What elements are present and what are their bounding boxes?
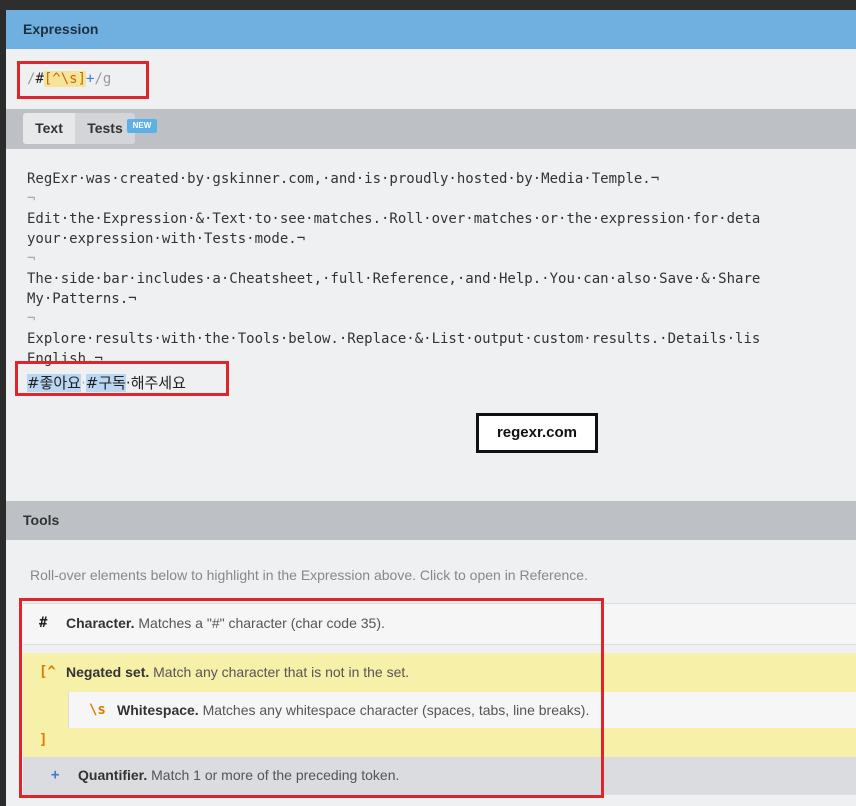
window-top-strip: [0, 0, 856, 10]
regexr-label-box: regexr.com: [476, 413, 598, 453]
editor-line: The·side·bar·includes·a·Cheatsheet,·full…: [27, 271, 761, 287]
editor-line: My·Patterns.¬: [27, 291, 137, 307]
editor-line: your·expression·with·Tests·mode.¬: [27, 231, 306, 247]
editor-line: Explore·results·with·the·Tools·below.·Re…: [27, 331, 761, 347]
editor-line: ¬: [27, 191, 36, 207]
editor-line: ¬: [27, 311, 36, 327]
expression-header: Expression: [6, 10, 856, 49]
tools-header: Tools: [6, 501, 856, 540]
tab-text[interactable]: Text: [23, 113, 75, 144]
annotation-box-tools: [19, 598, 604, 798]
tests-new-badge: NEW: [127, 119, 157, 133]
tabs-bar: Text Tests NEW: [6, 109, 856, 149]
annotation-box-korean-matches: [15, 361, 229, 396]
tab-tests[interactable]: Tests: [75, 113, 135, 144]
editor-line: RegExr·was·created·by·gskinner.com,·and·…: [27, 171, 660, 187]
text-editor[interactable]: RegExr·was·created·by·gskinner.com,·and·…: [6, 149, 856, 501]
tools-title: Tools: [23, 512, 60, 528]
tools-hint: Roll-over elements below to highlight in…: [30, 567, 588, 583]
editor-line: ¬: [27, 251, 36, 267]
editor-line: Edit·the·Expression·&·Text·to·see·matche…: [27, 211, 761, 227]
expression-title: Expression: [23, 21, 99, 37]
annotation-box-expression: [17, 61, 149, 99]
